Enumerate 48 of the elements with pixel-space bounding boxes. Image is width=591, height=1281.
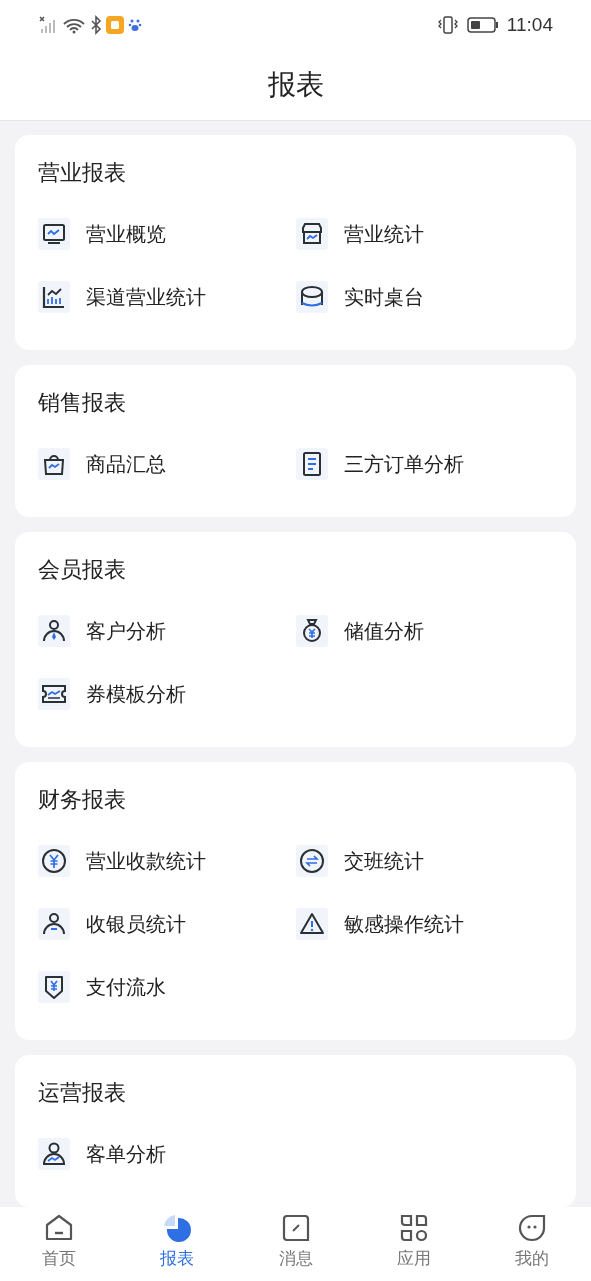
exchange-icon — [296, 844, 328, 877]
section-title: 财务报表 — [38, 786, 126, 814]
report-item[interactable]: 营业收款统计 — [38, 829, 206, 892]
table-icon — [296, 280, 328, 313]
report-item[interactable]: 渠道营业统计 — [38, 265, 206, 328]
report-item[interactable]: 客单分析 — [38, 1122, 166, 1185]
report-item[interactable]: 营业统计 — [296, 202, 424, 265]
paw-icon — [128, 18, 142, 32]
person-icon — [38, 614, 70, 647]
bar-chart-icon — [38, 280, 70, 313]
battery-icon — [466, 16, 499, 34]
tab-button[interactable]: 我的 — [472, 1212, 591, 1272]
report-item[interactable]: 收银员统计 — [38, 892, 186, 955]
page-title: 报表 — [267, 68, 324, 102]
report-item[interactable]: 客户分析 — [38, 599, 166, 662]
section-title: 营业报表 — [38, 159, 126, 187]
money-bag-icon — [296, 614, 328, 647]
report-item[interactable]: 商品汇总 — [38, 432, 166, 495]
monitor-icon — [38, 217, 70, 250]
cashier-icon — [38, 907, 70, 940]
vibrate-icon — [436, 15, 459, 35]
bag-icon — [38, 447, 70, 480]
tab-button[interactable]: 消息 — [236, 1212, 355, 1272]
tab-button[interactable]: 首页 — [0, 1212, 119, 1272]
report-item[interactable]: 营业概览 — [38, 202, 166, 265]
tab-button[interactable]: 报表 — [118, 1212, 237, 1272]
report-item[interactable]: 支付流水 — [38, 955, 166, 1018]
report-item[interactable]: 券模板分析 — [38, 662, 186, 725]
yen-shield-icon — [38, 970, 70, 1003]
customer-icon — [38, 1137, 70, 1170]
report-item[interactable]: 实时桌台 — [296, 265, 424, 328]
section-title: 销售报表 — [38, 389, 126, 417]
ticket-icon — [38, 677, 70, 710]
report-item[interactable]: 储值分析 — [296, 599, 424, 662]
warning-icon — [296, 907, 328, 940]
document-icon — [296, 447, 328, 480]
status-time: 11:04 — [506, 12, 553, 37]
store-icon — [296, 217, 328, 250]
pie-chart-icon — [161, 1212, 194, 1244]
app-icon — [106, 16, 124, 34]
signal-icon — [38, 15, 58, 35]
bluetooth-icon — [90, 15, 102, 35]
report-item[interactable]: 交班统计 — [296, 829, 424, 892]
report-item[interactable]: 三方订单分析 — [296, 432, 464, 495]
tab-button[interactable]: 应用 — [354, 1212, 473, 1272]
section-title: 会员报表 — [38, 556, 126, 584]
section-title: 运营报表 — [38, 1079, 126, 1107]
report-item[interactable]: 敏感操作统计 — [296, 892, 464, 955]
